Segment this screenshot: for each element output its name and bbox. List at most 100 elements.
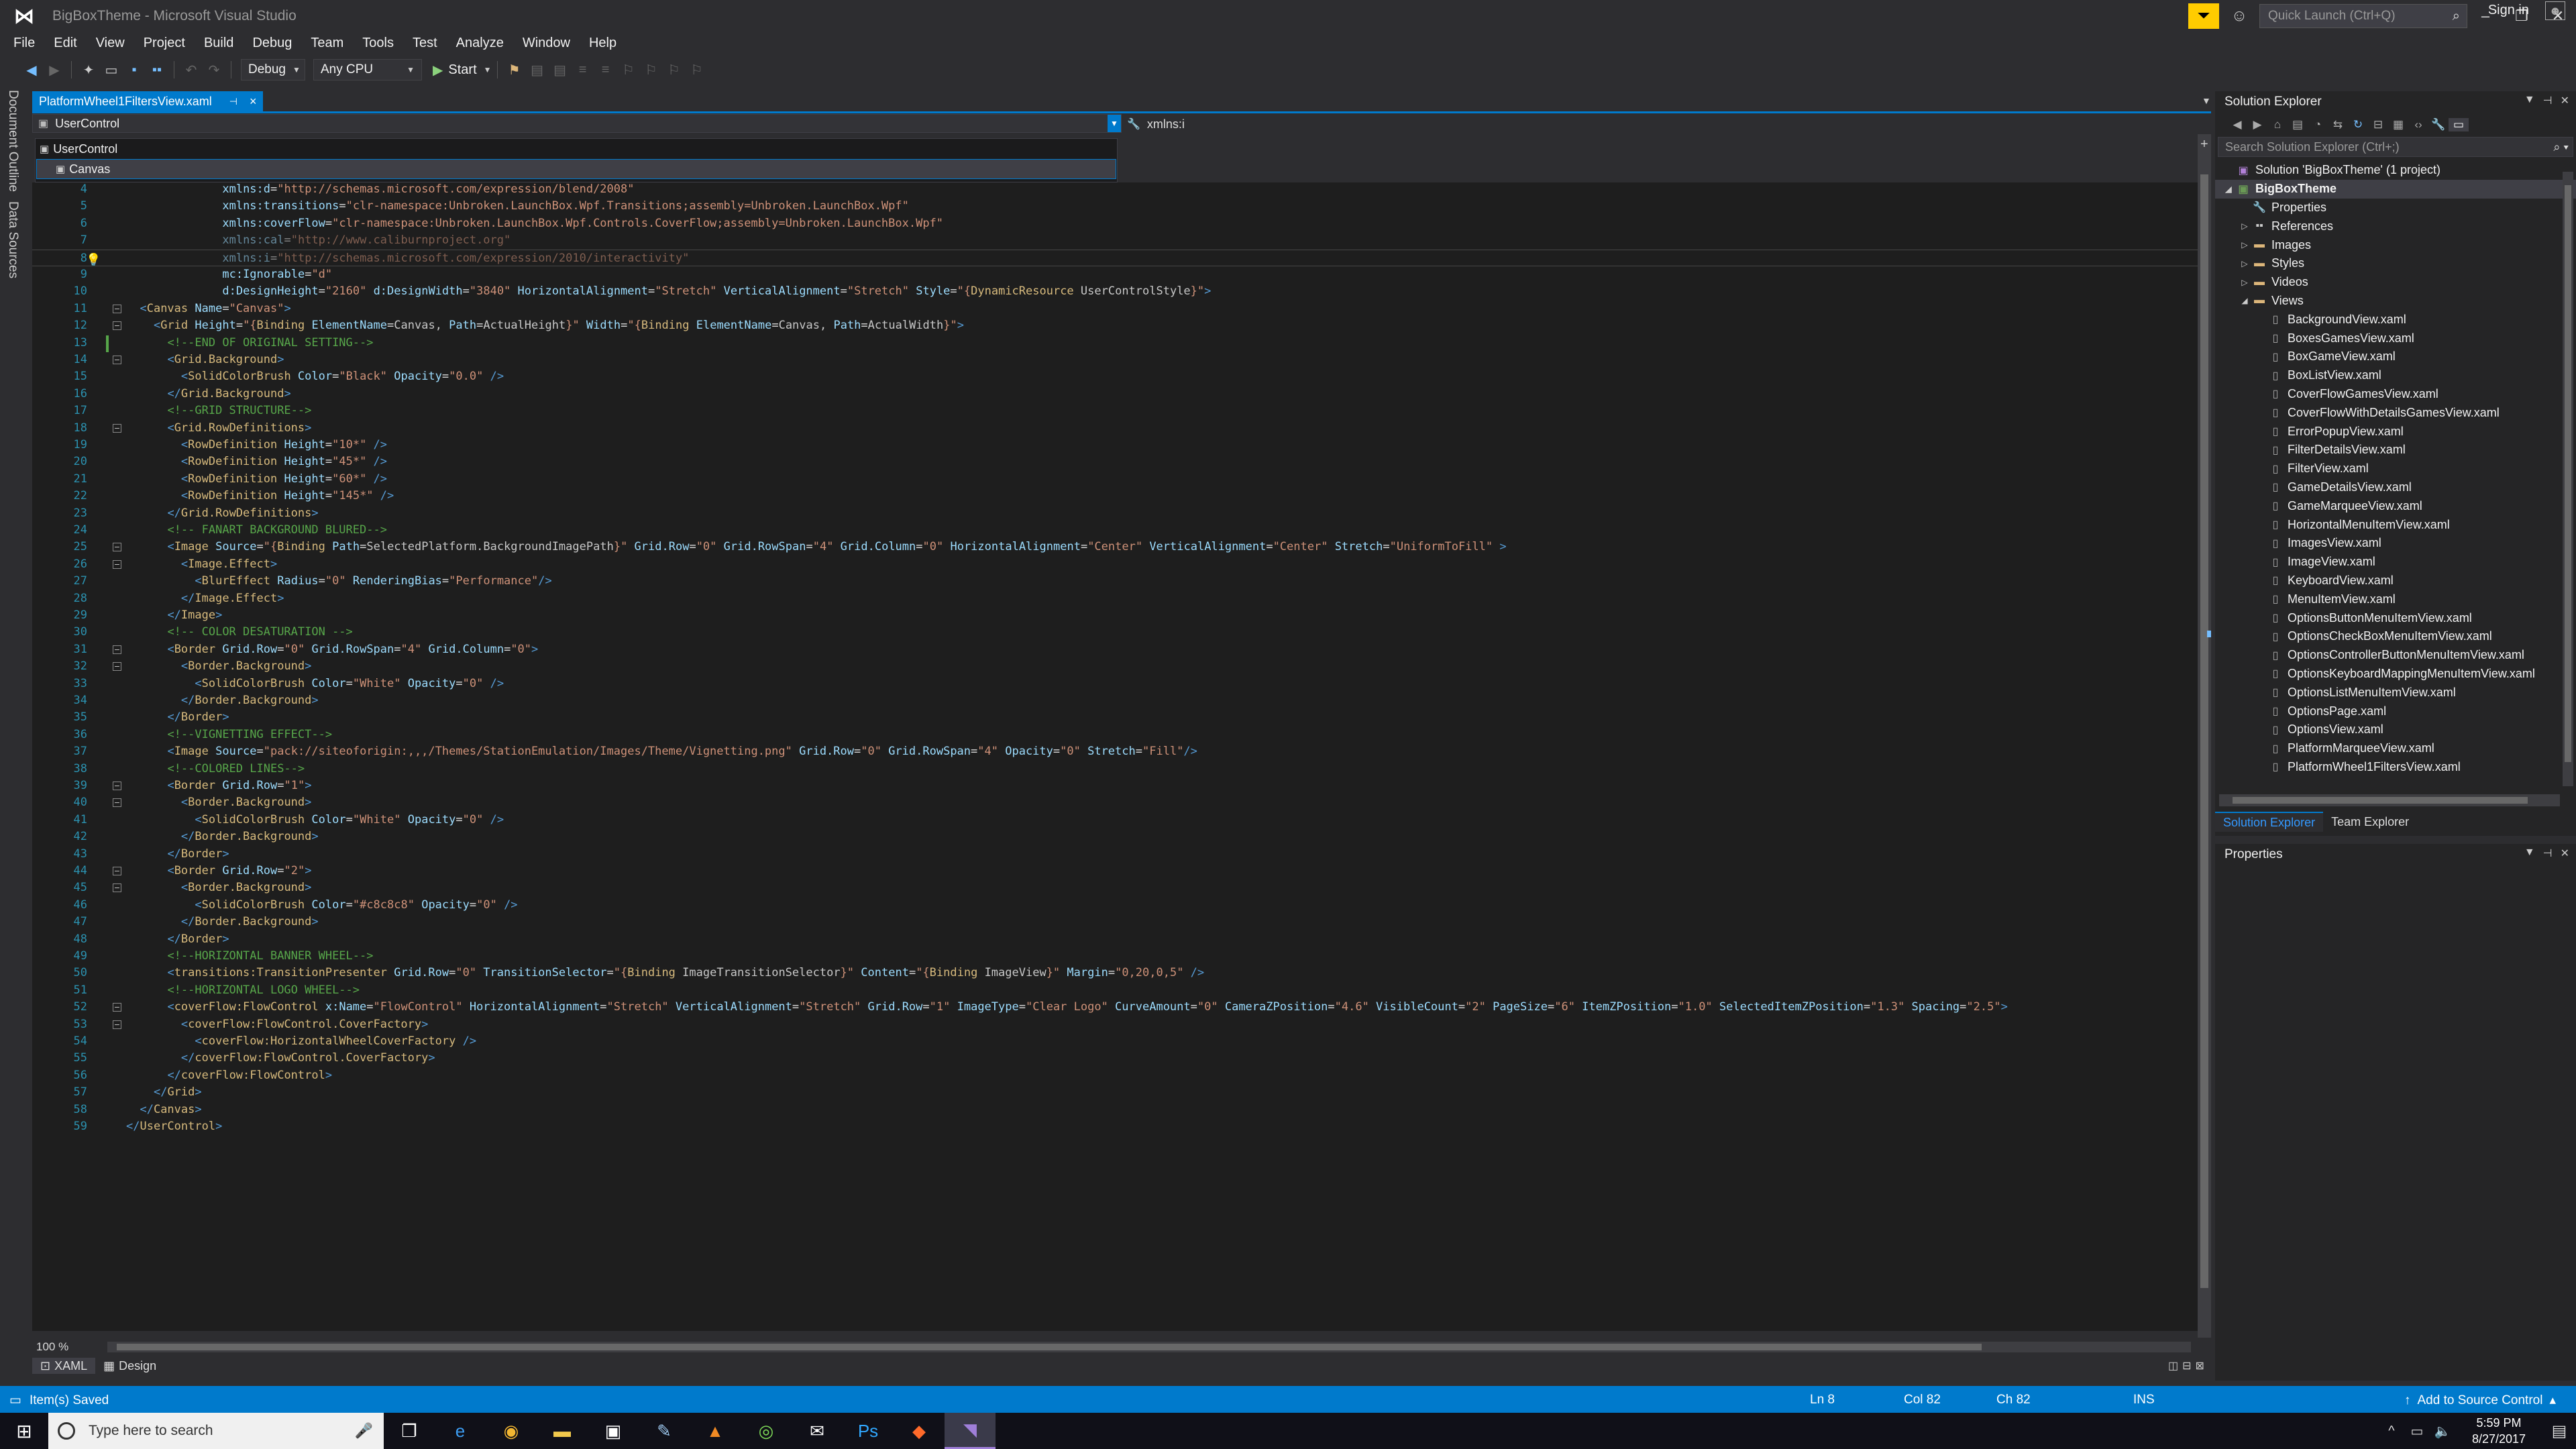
tree-item[interactable]: ▯ HorizontalMenuItemView.xaml bbox=[2215, 515, 2576, 534]
chrome-icon[interactable]: ◉ bbox=[486, 1413, 537, 1449]
view-code-icon[interactable]: ‹› bbox=[2408, 118, 2428, 131]
code-line[interactable]: 29 </Image> bbox=[32, 607, 2200, 624]
code-line[interactable]: 9 mc:Ignorable="d" bbox=[32, 266, 2200, 283]
expand-arrow-icon[interactable]: ▷ bbox=[2238, 259, 2251, 268]
code-line[interactable]: 58 </Canvas> bbox=[32, 1102, 2200, 1118]
back-icon[interactable]: ◀ bbox=[20, 58, 43, 81]
save-icon[interactable]: ▪ bbox=[123, 58, 146, 81]
tree-item[interactable]: ▷ ▬ Videos bbox=[2215, 273, 2576, 292]
code-editor[interactable]: 4 xmlns:d="http://schemas.microsoft.com/e… bbox=[32, 182, 2200, 1331]
bookmark-icon[interactable]: ⚐ bbox=[617, 58, 640, 81]
code-line[interactable]: 59 </UserControl> bbox=[32, 1118, 2200, 1135]
solution-explorer-search-input[interactable]: Search Solution Explorer (Ctrl+;) ⌕ ▾ bbox=[2218, 137, 2573, 157]
code-line[interactable]: 6 xmlns:coverFlow="clr-namespace:Unbroken… bbox=[32, 215, 2200, 232]
collapse-outline-icon[interactable]: − bbox=[113, 423, 121, 433]
open-file-icon[interactable]: ▭ bbox=[100, 58, 123, 81]
tree-item[interactable]: ▯ OptionsCheckBoxMenuItemView.xaml bbox=[2215, 627, 2576, 646]
code-line[interactable]: 17 <!--GRID STRUCTURE--> bbox=[32, 402, 2200, 419]
code-line[interactable]: 55 </coverFlow:FlowControl.CoverFactory> bbox=[32, 1050, 2200, 1067]
collapse-all-icon[interactable]: ⊟ bbox=[2368, 118, 2388, 131]
comment-icon[interactable]: ≡ bbox=[572, 58, 594, 81]
visual-studio-icon[interactable]: ◥ bbox=[945, 1413, 996, 1449]
code-line[interactable]: 48 </Border> bbox=[32, 931, 2200, 948]
tree-item[interactable]: ▯ OptionsButtonMenuItemView.xaml bbox=[2215, 608, 2576, 627]
expand-arrow-icon[interactable]: ▷ bbox=[2238, 278, 2251, 287]
tree-item[interactable]: ▯ FilterView.xaml bbox=[2215, 460, 2576, 478]
tree-item[interactable]: ▯ MenuItemView.xaml bbox=[2215, 590, 2576, 608]
store-icon[interactable]: ▣ bbox=[588, 1413, 639, 1449]
menu-project[interactable]: Project bbox=[134, 36, 195, 51]
collapse-outline-icon[interactable]: − bbox=[113, 883, 121, 893]
forward-icon[interactable]: ▶ bbox=[2247, 118, 2267, 131]
tree-item[interactable]: ▯ BoxGameView.xaml bbox=[2215, 347, 2576, 366]
prev-bookmark-icon[interactable]: ⚐ bbox=[640, 58, 663, 81]
code-line[interactable]: 28 </Image.Effect> bbox=[32, 590, 2200, 607]
menu-window[interactable]: Window bbox=[513, 36, 580, 51]
code-line[interactable]: 51 <!--HORIZONTAL LOGO WHEEL--> bbox=[32, 982, 2200, 999]
scrollbar-thumb[interactable] bbox=[2565, 185, 2571, 762]
tree-item[interactable]: ▷ ▪▪ References bbox=[2215, 217, 2576, 235]
code-line[interactable]: 49 <!--HORIZONTAL BANNER WHEEL--> bbox=[32, 948, 2200, 965]
refresh-icon[interactable]: ↻ bbox=[2348, 118, 2368, 131]
code-line[interactable]: 13 <!--END OF ORIGINAL SETTING--> bbox=[32, 335, 2200, 352]
code-line[interactable]: 45 − <Border.Background> bbox=[32, 879, 2200, 896]
code-line[interactable]: 46 <SolidColorBrush Color="#c8c8c8" Opaci… bbox=[32, 897, 2200, 914]
code-line[interactable]: 21 <RowDefinition Height="60*" /> bbox=[32, 471, 2200, 488]
expand-arrow-icon[interactable]: ◢ bbox=[2238, 296, 2251, 305]
menu-build[interactable]: Build bbox=[195, 36, 243, 51]
code-line[interactable]: 41 <SolidColorBrush Color="White" Opacity… bbox=[32, 812, 2200, 828]
code-line[interactable]: 42 </Border.Background> bbox=[32, 828, 2200, 845]
expand-arrow-icon[interactable]: ▷ bbox=[2238, 221, 2251, 231]
mail-icon[interactable]: ✉ bbox=[792, 1413, 843, 1449]
redo-icon[interactable]: ↷ bbox=[203, 58, 225, 81]
code-line[interactable]: 25− <Image Source="{Binding Path=Selected… bbox=[32, 539, 2200, 555]
show-all-files-icon[interactable]: ▦ bbox=[2388, 118, 2408, 131]
dropdown-item-usercontrol[interactable]: ▣ UserControl bbox=[36, 139, 1117, 159]
clear-bookmarks-icon[interactable]: ⚐ bbox=[686, 58, 708, 81]
collapse-outline-icon[interactable]: − bbox=[113, 782, 121, 790]
code-line[interactable]: 10 d:DesignHeight="2160" d:DesignWidth="3… bbox=[32, 283, 2200, 300]
scrollbar-thumb[interactable] bbox=[2233, 797, 2528, 804]
code-line[interactable]: 39 − <Border Grid.Row="1"> bbox=[32, 777, 2200, 794]
code-line[interactable]: 18 − <Grid.RowDefinitions> bbox=[32, 420, 2200, 437]
code-line[interactable]: 27 <BlurEffect Radius="0" RenderingBias="… bbox=[32, 573, 2200, 590]
collapse-outline-icon[interactable]: − bbox=[113, 559, 121, 569]
dropdown-item-canvas[interactable]: ▣ Canvas bbox=[36, 159, 1116, 179]
horizontal-split-icon[interactable]: ⊟ bbox=[2182, 1359, 2191, 1373]
code-line[interactable]: 12− <Grid Height="{Binding ElementName=Ca… bbox=[32, 317, 2200, 334]
code-line[interactable]: 14 − <Grid.Background> bbox=[32, 352, 2200, 368]
menu-help[interactable]: Help bbox=[580, 36, 626, 51]
tree-item[interactable]: ▯ ErrorPopupView.xaml bbox=[2215, 422, 2576, 441]
code-line[interactable]: 37 <Image Source="pack://siteoforigin:,,,… bbox=[32, 743, 2200, 760]
code-line[interactable]: 26 − <Image.Effect> bbox=[32, 556, 2200, 573]
tree-item[interactable]: ▯ CoverFlowGamesView.xaml bbox=[2215, 385, 2576, 404]
app-icon[interactable]: ◆ bbox=[894, 1413, 945, 1449]
collapse-outline-icon[interactable]: − bbox=[113, 867, 121, 875]
back-icon[interactable]: ◀ bbox=[2227, 118, 2247, 131]
code-line[interactable]: 40 − <Border.Background> bbox=[32, 794, 2200, 811]
vertical-split-icon[interactable]: ◫ bbox=[2168, 1359, 2178, 1373]
tree-item[interactable]: ▯ ImagesView.xaml bbox=[2215, 534, 2576, 553]
switch-views-icon[interactable]: ▤ bbox=[2288, 118, 2308, 131]
code-line[interactable]: 16 </Grid.Background> bbox=[32, 386, 2200, 402]
tab-platform-wheel-filters[interactable]: PlatformWheel1FiltersView.xaml ⊣ × bbox=[32, 91, 264, 111]
home-icon[interactable]: ⌂ bbox=[2267, 118, 2288, 131]
collapse-outline-icon[interactable]: − bbox=[113, 1020, 121, 1029]
xbox-icon[interactable]: ◎ bbox=[741, 1413, 792, 1449]
tree-item[interactable]: ▯ GameDetailsView.xaml bbox=[2215, 478, 2576, 497]
file-explorer-icon[interactable]: ▬ bbox=[537, 1413, 588, 1449]
zoom-level-select[interactable]: 100 % bbox=[32, 1340, 99, 1354]
step-over-icon[interactable]: ▤ bbox=[549, 58, 572, 81]
solution-configuration-select[interactable]: Debug ▼ bbox=[241, 59, 305, 80]
menu-team[interactable]: Team bbox=[301, 36, 353, 51]
tree-item[interactable]: ◢ ▣ BigBoxTheme bbox=[2215, 179, 2576, 199]
code-line[interactable]: 44 − <Border Grid.Row="2"> bbox=[32, 863, 2200, 879]
tree-item[interactable]: ▯ PlatformWheel1FiltersView.xaml bbox=[2215, 758, 2576, 776]
close-icon[interactable]: ✕ bbox=[2561, 94, 2569, 107]
expand-arrow-icon[interactable]: ◢ bbox=[2222, 184, 2235, 194]
uncomment-icon[interactable]: ≡ bbox=[594, 58, 617, 81]
collapse-outline-icon[interactable]: − bbox=[113, 798, 121, 808]
collapse-pane-icon[interactable]: ⊠ bbox=[2196, 1359, 2204, 1373]
menu-edit[interactable]: Edit bbox=[44, 36, 86, 51]
code-line[interactable]: 11 − <Canvas Name="Canvas"> bbox=[32, 301, 2200, 317]
